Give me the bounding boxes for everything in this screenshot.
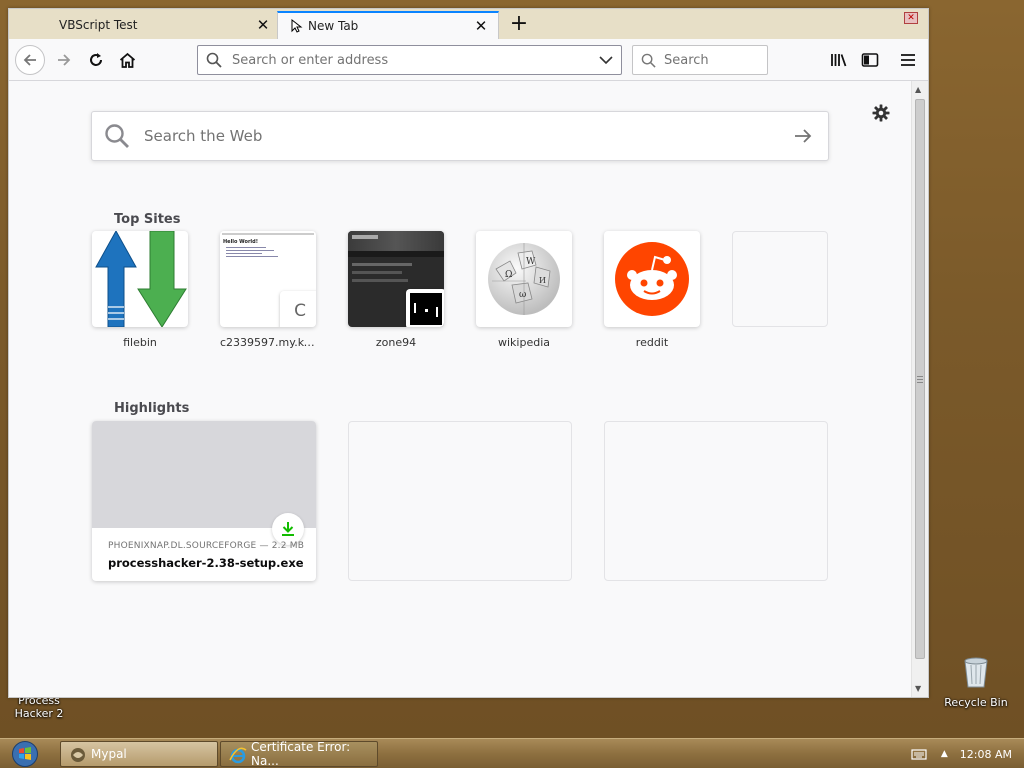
highlight-empty-slot [348, 421, 572, 581]
highlight-card-download[interactable]: PHOENIXNAP.DL.SOURCEFORGE — 2.2 MB proce… [92, 421, 316, 581]
system-tray: ▲ 12:08 AM [911, 739, 1024, 768]
wikipedia-globe-icon: Ω W И ω [488, 243, 560, 315]
scroll-up-arrow-icon[interactable]: ▲ [915, 85, 921, 94]
library-button[interactable] [826, 47, 852, 73]
hamburger-menu-icon [901, 54, 915, 66]
library-icon [831, 54, 847, 67]
chevron-down-icon[interactable] [599, 55, 613, 65]
top-site-empty-slot [732, 231, 828, 327]
mypal-app-icon [71, 748, 85, 762]
reddit-alien-icon [615, 242, 689, 316]
search-icon [206, 52, 222, 68]
keyboard-icon[interactable] [911, 748, 927, 760]
svg-text:ω: ω [519, 290, 526, 300]
tab-new-tab[interactable]: New Tab ✕ [277, 11, 499, 39]
windows-start-orb-icon [12, 741, 38, 767]
search-icon [641, 53, 656, 68]
arrow-right-icon[interactable] [794, 128, 812, 144]
search-icon [105, 124, 129, 148]
reload-button[interactable] [81, 45, 111, 75]
back-button[interactable] [15, 45, 45, 75]
recycle-bin-icon [964, 657, 988, 688]
highlight-preview [92, 421, 316, 528]
top-site-filebin[interactable]: filebin [92, 231, 188, 349]
site-letter: C [294, 301, 306, 321]
scroll-down-arrow-icon[interactable]: ▼ [915, 684, 921, 693]
address-input[interactable] [232, 52, 592, 68]
tab-title: VBScript Test [59, 18, 138, 32]
new-tab-button[interactable]: + [507, 13, 531, 37]
cursor-icon [291, 19, 303, 33]
top-site-thumbnail: Ω W И ω [476, 231, 572, 327]
home-button[interactable] [112, 45, 142, 75]
scrollbar-thumb[interactable] [915, 99, 925, 659]
nav-toolbar [9, 39, 928, 81]
filebin-arrows-icon [95, 231, 187, 327]
taskbar-button-label: Mypal [91, 747, 127, 761]
svg-text:Ω: Ω [505, 270, 512, 280]
show-hidden-icons-icon[interactable]: ▲ [941, 749, 948, 759]
highlight-source: PHOENIXNAP.DL.SOURCEFORGE — 2.2 MB [108, 541, 305, 551]
thumbnail-page-title: Hello World! [223, 239, 258, 245]
svg-text:И: И [539, 276, 546, 285]
taskbar-button-mypal[interactable]: Mypal [60, 741, 218, 767]
highlight-empty-slot [604, 421, 828, 581]
highlight-filename: processhacker-2.38-setup.exe [108, 556, 304, 570]
internet-explorer-icon [229, 747, 247, 764]
back-arrow-icon [23, 54, 36, 66]
taskbar-button-label: Certificate Error: Na... [251, 740, 351, 768]
top-sites-heading: Top Sites [114, 212, 181, 227]
forward-button[interactable] [49, 45, 79, 75]
tab-vbscript-test[interactable]: VBScript Test ✕ [21, 11, 281, 39]
highlights-heading: Highlights [114, 401, 190, 416]
close-tab-icon[interactable]: ✕ [472, 17, 490, 35]
top-site-label: wikipedia [497, 336, 550, 349]
top-site-label: c2339597.my.kevi... [220, 336, 316, 349]
top-site-thumbnail [604, 231, 700, 327]
search-bar[interactable] [632, 45, 768, 75]
gear-icon[interactable] [871, 103, 891, 123]
close-tab-icon[interactable]: ✕ [254, 16, 272, 34]
reload-icon [90, 53, 102, 66]
top-site-thumbnail [92, 231, 188, 327]
download-icon [282, 522, 294, 536]
svg-text:W: W [526, 257, 536, 267]
tab-strip: VBScript Test ✕ New Tab ✕ + ✕ [9, 9, 928, 39]
desktop-icon-label: Recycle Bin [944, 696, 1008, 709]
search-input[interactable] [664, 52, 754, 68]
vertical-scrollbar[interactable]: ▲ ▼ [911, 81, 928, 697]
top-site-thumbnail [348, 231, 444, 327]
top-site-placeholder [732, 231, 828, 327]
sidebar-button[interactable] [857, 47, 883, 73]
sidebar-icon [861, 53, 879, 67]
zone94-favicon [406, 289, 444, 327]
address-bar[interactable] [197, 45, 622, 75]
menu-button[interactable] [895, 47, 921, 73]
desktop-icon-recycle-bin[interactable]: Recycle Bin [944, 656, 1008, 709]
home-icon [119, 52, 135, 68]
taskbar-button-certificate-error[interactable]: Certificate Error: Na... [220, 740, 378, 768]
start-button[interactable] [6, 740, 44, 768]
top-site-label: reddit [635, 336, 669, 349]
new-tab-page: Top Sites filebin Hello World! [9, 81, 912, 697]
web-search-box[interactable] [91, 111, 829, 161]
top-site-c2339597[interactable]: Hello World! C c2339597.my.kevi... [220, 231, 316, 349]
top-site-wikipedia[interactable]: Ω W И ω wikipedia [476, 231, 572, 349]
window-close-icon[interactable]: ✕ [904, 12, 918, 24]
top-site-label: filebin [123, 336, 157, 349]
clock[interactable]: 12:08 AM [960, 748, 1012, 761]
browser-window: VBScript Test ✕ New Tab ✕ + ✕ Search or … [8, 8, 929, 698]
tab-title: New Tab [308, 19, 359, 33]
taskbar: Mypal Certificate Error: Na... ▲ 12:08 A… [0, 738, 1024, 768]
site-letter-badge: C [280, 291, 316, 327]
top-site-zone94[interactable]: zone94 [348, 231, 444, 349]
top-site-thumbnail: Hello World! C [220, 231, 316, 327]
top-site-reddit[interactable]: reddit [604, 231, 700, 349]
top-site-label: zone94 [375, 336, 417, 349]
web-search-input[interactable] [144, 127, 764, 145]
forward-arrow-icon [58, 54, 71, 66]
